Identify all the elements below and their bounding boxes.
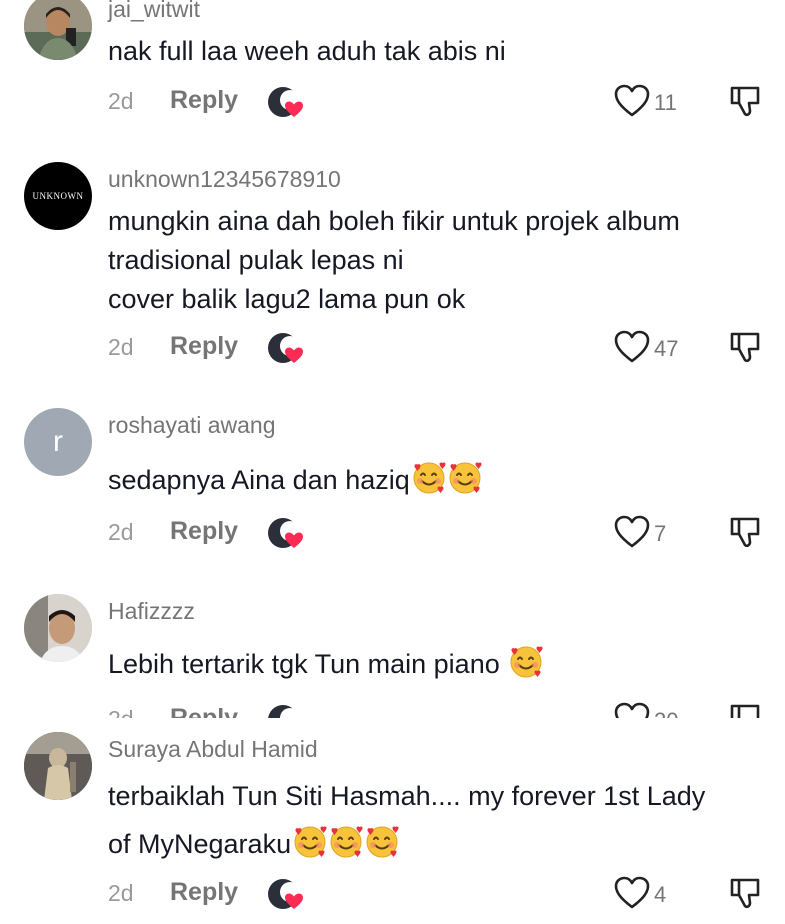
creator-liked-badge-icon xyxy=(266,84,306,120)
comment-text: sedapnya Aina dan haziq xyxy=(108,461,482,500)
comment-actions-clipped: 2d Reply 20 xyxy=(0,700,785,718)
thumbs-down-icon[interactable] xyxy=(728,330,762,364)
comment-line: terbaiklah Tun Siti Hasmah.... my foreve… xyxy=(108,781,706,811)
reply-button[interactable]: Reply xyxy=(170,878,238,907)
smiling-face-with-hearts-icon xyxy=(412,461,446,495)
like-count: 47 xyxy=(654,336,679,361)
comment-actions: 2d Reply 7 xyxy=(0,513,785,553)
creator-liked-badge-icon xyxy=(266,876,306,912)
comment-line: of MyNegaraku xyxy=(108,829,292,859)
timestamp: 2d xyxy=(108,706,134,718)
smiling-face-with-hearts-icon xyxy=(365,825,399,859)
like-count: 7 xyxy=(654,521,667,546)
heart-icon[interactable] xyxy=(614,84,650,118)
reply-button[interactable]: Reply xyxy=(170,517,238,546)
thumbs-down-icon[interactable] xyxy=(728,702,762,718)
comment-actions: 2d Reply 47 xyxy=(0,328,785,368)
comment-text: nak full laa weeh aduh tak abis ni xyxy=(108,32,506,71)
avatar[interactable] xyxy=(24,732,92,800)
comment-line: Lebih tertarik tgk Tun main piano xyxy=(108,649,500,679)
heart-icon[interactable] xyxy=(614,876,650,910)
like-count: 20 xyxy=(654,708,678,718)
heart-icon[interactable] xyxy=(614,330,650,364)
thumbs-down-icon[interactable] xyxy=(728,876,762,910)
like-count: 4 xyxy=(654,882,667,907)
timestamp: 2d xyxy=(108,334,134,360)
thumbs-down-icon[interactable] xyxy=(728,84,762,118)
heart-icon[interactable] xyxy=(614,702,650,718)
avatar[interactable] xyxy=(24,594,92,662)
username[interactable]: roshayati awang xyxy=(108,412,276,439)
creator-liked-badge-icon xyxy=(266,702,306,718)
creator-liked-badge-icon xyxy=(266,330,306,366)
reply-button[interactable]: Reply xyxy=(170,704,238,718)
avatar-label: UNKNOWN xyxy=(32,191,84,201)
thumbs-down-icon[interactable] xyxy=(728,515,762,549)
comment-line: nak full laa weeh aduh tak abis ni xyxy=(108,36,506,66)
timestamp: 2d xyxy=(108,519,134,545)
comment-line: mungkin aina dah boleh fikir untuk proje… xyxy=(108,206,680,236)
comment-actions: 2d Reply 4 xyxy=(0,874,785,914)
comment-line: tradisional pulak lepas ni xyxy=(108,245,404,275)
avatar-letter: r xyxy=(53,425,63,458)
avatar[interactable]: r xyxy=(24,408,92,476)
comment-text: terbaiklah Tun Siti Hasmah.... my foreve… xyxy=(108,772,705,868)
timestamp: 2d xyxy=(108,88,134,114)
username[interactable]: Suraya Abdul Hamid xyxy=(108,736,318,763)
avatar[interactable]: UNKNOWN xyxy=(24,162,92,230)
timestamp: 2d xyxy=(108,880,134,906)
creator-liked-badge-icon xyxy=(266,515,306,551)
username[interactable]: unknown12345678910 xyxy=(108,166,341,193)
reply-button[interactable]: Reply xyxy=(170,332,238,361)
username[interactable]: jai_witwit xyxy=(108,0,200,23)
avatar[interactable] xyxy=(24,0,92,60)
comment-line: sedapnya Aina dan haziq xyxy=(108,465,410,495)
like-count: 11 xyxy=(654,90,677,115)
reply-button[interactable]: Reply xyxy=(170,86,238,115)
smiling-face-with-hearts-icon xyxy=(293,825,327,859)
smiling-face-with-hearts-icon xyxy=(329,825,363,859)
username[interactable]: Hafizzzz xyxy=(108,598,195,625)
heart-icon[interactable] xyxy=(614,515,650,549)
comment-text: Lebih tertarik tgk Tun main piano xyxy=(108,645,543,684)
smiling-face-with-hearts-icon xyxy=(448,461,482,495)
comment-actions: 2d Reply 11 xyxy=(0,82,785,122)
comment-line: cover balik lagu2 lama pun ok xyxy=(108,284,466,314)
comment-text: mungkin aina dah boleh fikir untuk proje… xyxy=(108,202,680,319)
smiling-face-with-hearts-icon xyxy=(509,645,543,679)
